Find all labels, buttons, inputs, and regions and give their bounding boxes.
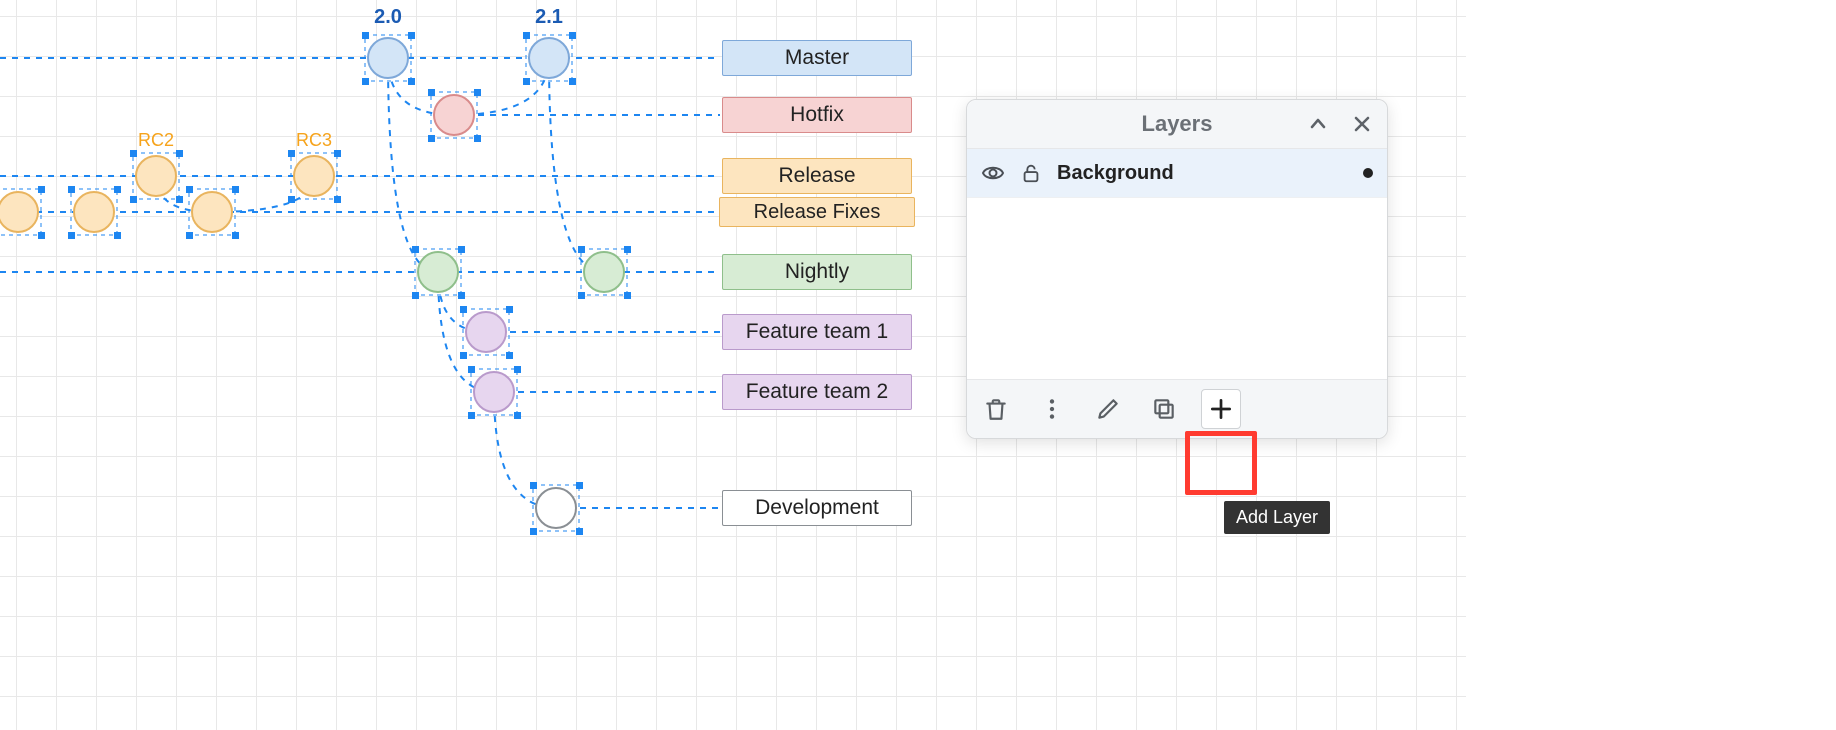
branch-label: Release Fixes: [754, 201, 881, 224]
layers-panel[interactable]: Layers Background: [966, 99, 1388, 439]
branch-development[interactable]: Development: [722, 490, 912, 526]
version-label-21: 2.1: [535, 6, 563, 29]
branch-feature1[interactable]: Feature team 1: [722, 314, 912, 350]
commit-feature2[interactable]: [468, 366, 521, 419]
delete-layer-button[interactable]: [977, 390, 1015, 428]
commit-development[interactable]: [530, 482, 583, 535]
edit-layer-button[interactable]: [1089, 390, 1127, 428]
branch-label: Nightly: [785, 260, 849, 284]
commit-relfix-2[interactable]: [68, 186, 121, 239]
add-layer-button[interactable]: [1201, 389, 1241, 429]
branch-label: Feature team 1: [746, 320, 888, 344]
tooltip: Add Layer: [1224, 501, 1330, 534]
commit-hotfix-1[interactable]: [428, 89, 481, 142]
layers-list[interactable]: Background: [967, 149, 1387, 379]
rc2-label: RC2: [138, 130, 174, 151]
layer-row-background[interactable]: Background: [967, 149, 1387, 198]
commit-master-1[interactable]: [362, 32, 415, 85]
node-layer: [0, 0, 1836, 730]
branch-release-fixes[interactable]: Release Fixes: [719, 197, 915, 227]
version-label-20: 2.0: [374, 6, 402, 29]
duplicate-layer-button[interactable]: [1145, 390, 1183, 428]
branch-label: Hotfix: [790, 103, 844, 127]
branch-label: Release: [778, 164, 855, 188]
branch-master[interactable]: Master: [722, 40, 912, 76]
more-options-button[interactable]: [1033, 390, 1071, 428]
commit-relfix-3[interactable]: [186, 186, 239, 239]
branch-label: Feature team 2: [746, 380, 888, 404]
commit-master-2[interactable]: [523, 32, 576, 85]
branch-release[interactable]: Release: [722, 158, 912, 194]
branch-feature2[interactable]: Feature team 2: [722, 374, 912, 410]
commit-release-rc3[interactable]: [288, 150, 341, 203]
rc3-label: RC3: [296, 130, 332, 151]
layers-panel-title: Layers: [1142, 111, 1213, 137]
layers-panel-header[interactable]: Layers: [967, 100, 1387, 149]
commit-relfix-1[interactable]: [0, 186, 45, 239]
branch-label: Development: [755, 496, 879, 520]
active-indicator-icon: [1363, 168, 1373, 178]
branch-label: Master: [785, 46, 849, 70]
commit-nightly-1[interactable]: [412, 246, 465, 299]
tooltip-text: Add Layer: [1236, 507, 1318, 527]
visibility-icon[interactable]: [981, 161, 1005, 185]
branch-hotfix[interactable]: Hotfix: [722, 97, 912, 133]
commit-feature1[interactable]: [460, 306, 513, 359]
layers-panel-footer: [967, 379, 1387, 438]
collapse-icon[interactable]: [1305, 111, 1331, 137]
close-icon[interactable]: [1349, 111, 1375, 137]
layer-name: Background: [1057, 162, 1349, 185]
lock-icon[interactable]: [1019, 161, 1043, 185]
commit-nightly-2[interactable]: [578, 246, 631, 299]
diagram-canvas[interactable]: 2.0 2.1 RC2 RC3 Master Hotfix Release Re…: [0, 0, 1836, 730]
branch-nightly[interactable]: Nightly: [722, 254, 912, 290]
commit-release-rc2[interactable]: [130, 150, 183, 203]
